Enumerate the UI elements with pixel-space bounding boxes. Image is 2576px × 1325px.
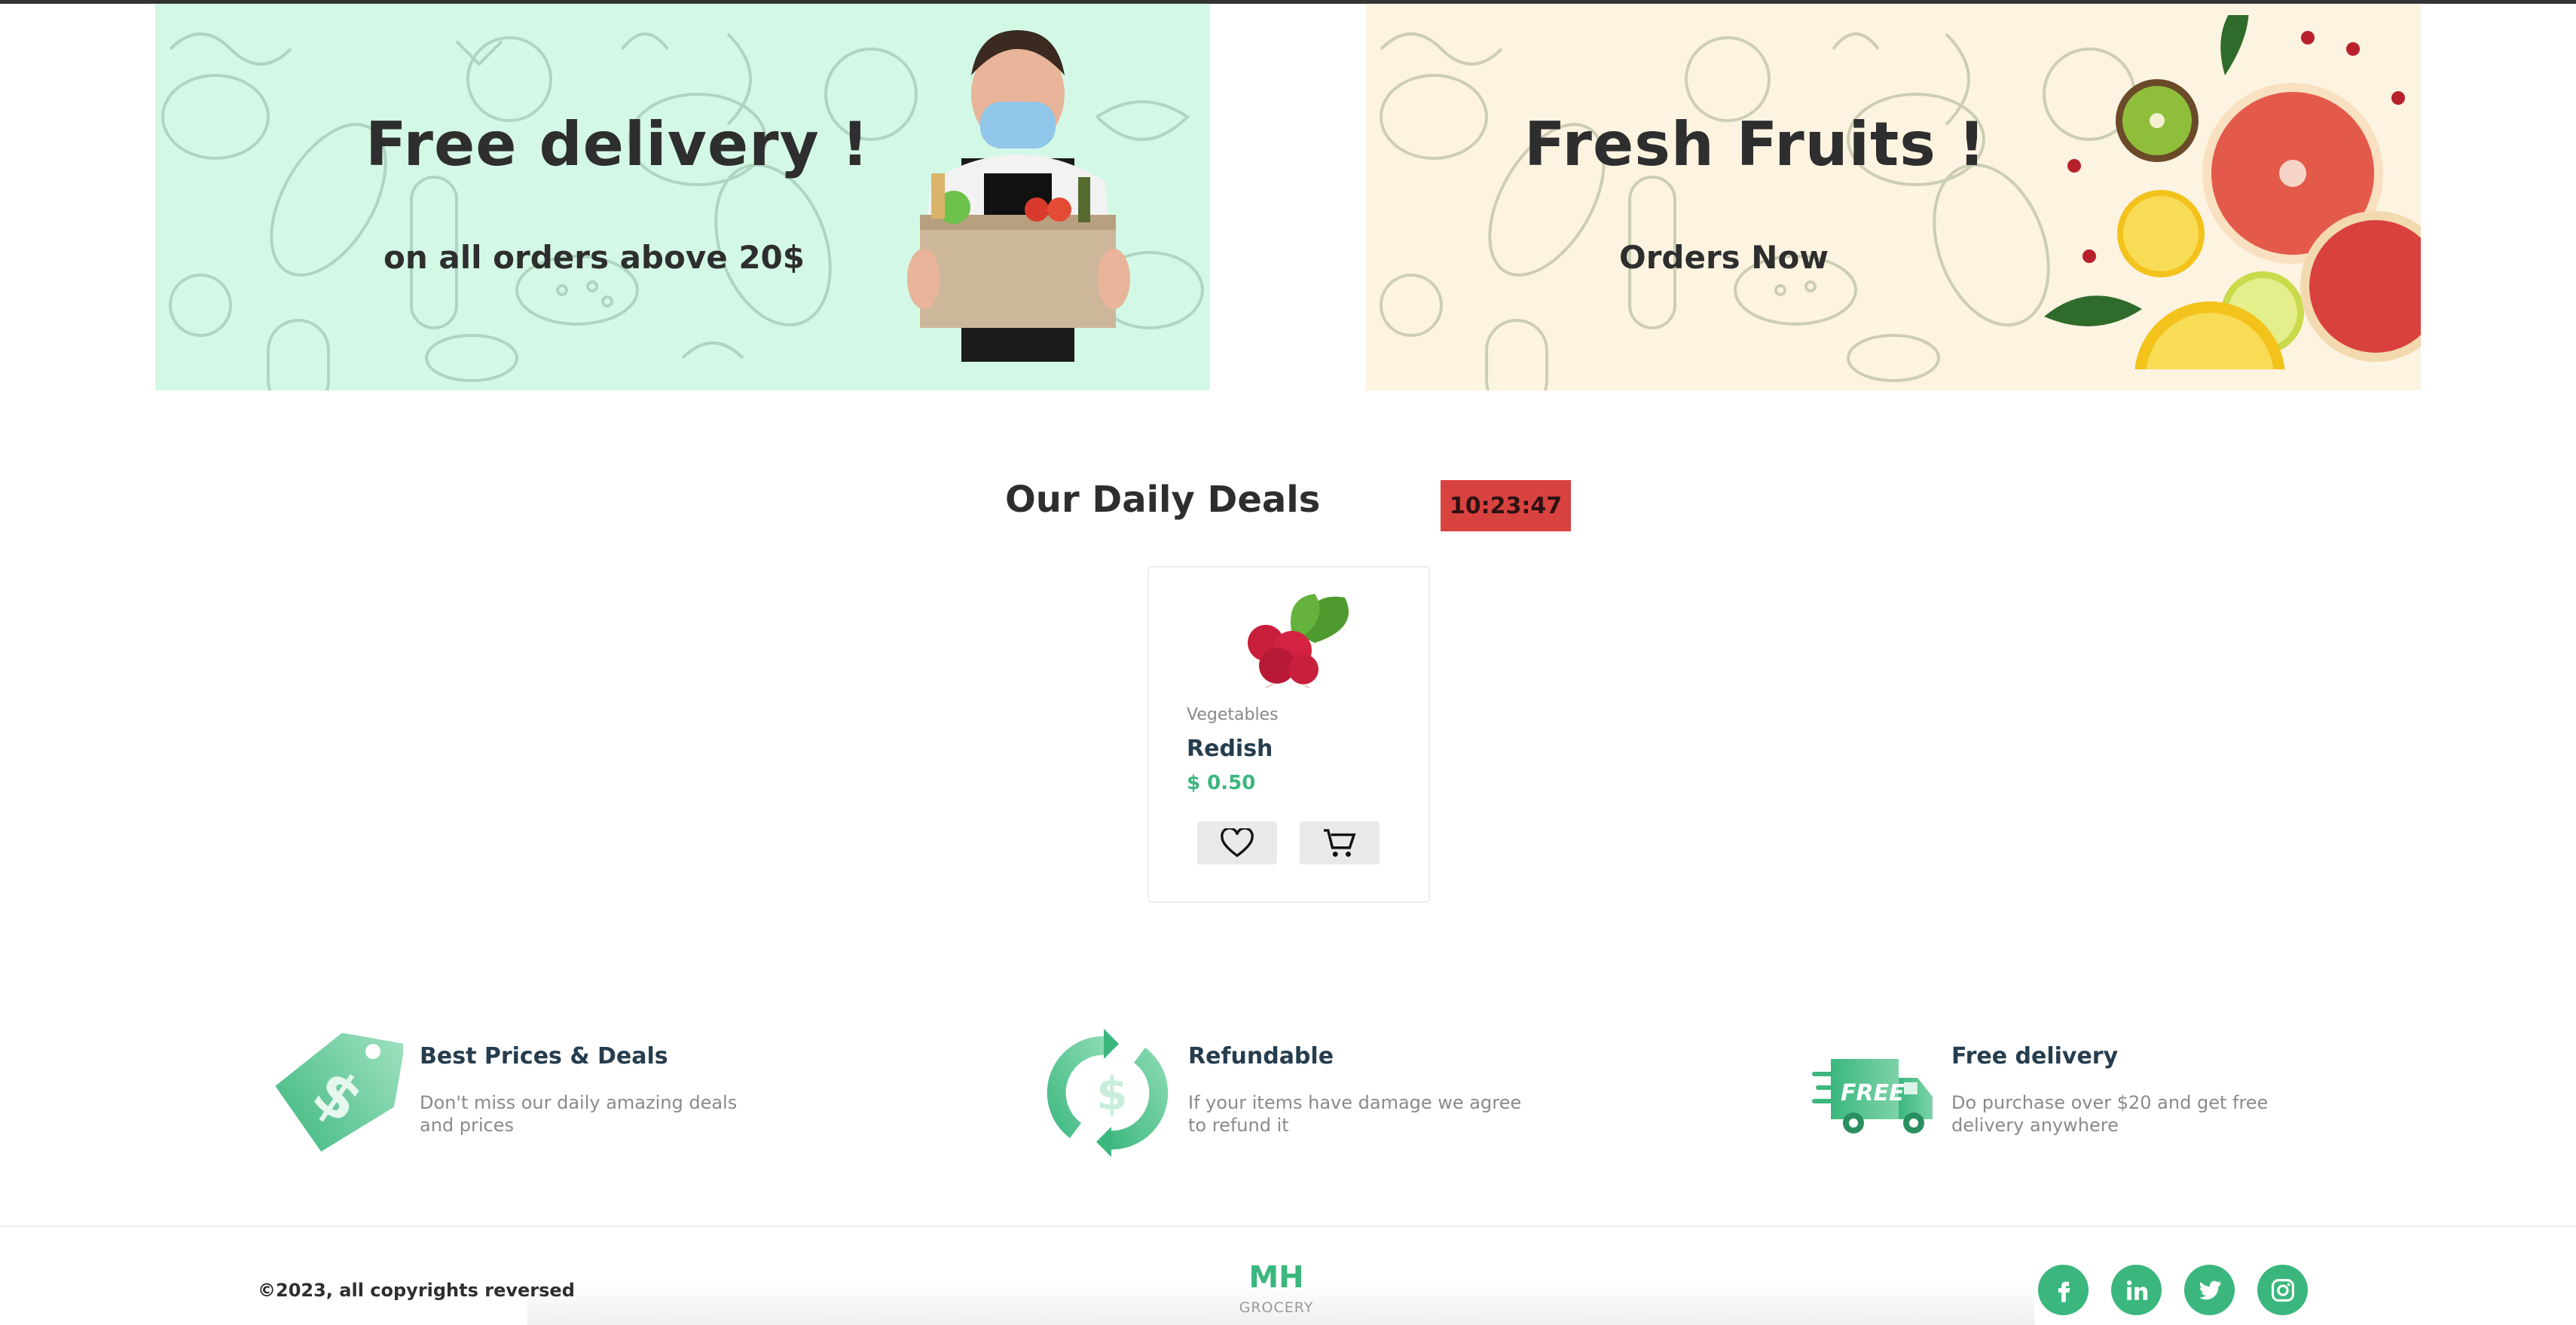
fresh-fruits-banner[interactable]: Fresh Fruits ! Orders Now xyxy=(1366,4,2421,390)
radish-image xyxy=(1248,594,1349,688)
delivery-truck-icon: FREE xyxy=(1812,1059,1933,1134)
product-price: $ 0.50 xyxy=(1187,772,1256,794)
twitter-link[interactable] xyxy=(2184,1265,2235,1315)
instagram-icon xyxy=(2271,1278,2294,1302)
banner-subtitle: Orders Now xyxy=(1619,239,1829,276)
feature-title: Refundable xyxy=(1188,1043,1334,1069)
add-to-cart-button[interactable] xyxy=(1300,822,1380,864)
feature-description: If your items have damage we agree to re… xyxy=(1188,1092,1522,1136)
daily-deals-title: Our Daily Deals xyxy=(1005,479,1321,521)
feature-description: Don't miss our daily amazing deals and p… xyxy=(420,1092,738,1136)
product-category: Vegetables xyxy=(1187,705,1279,724)
cart-icon xyxy=(1324,828,1356,857)
footer-logo[interactable]: MH xyxy=(1236,1260,1317,1295)
feature-title: Free delivery xyxy=(1951,1043,2119,1069)
free-badge: FREE xyxy=(1841,1080,1905,1106)
facebook-link[interactable] xyxy=(2038,1265,2089,1315)
delivery-man-image xyxy=(907,30,1130,362)
banner-title: Free delivery ! xyxy=(365,109,870,179)
svg-text:$: $ xyxy=(1096,1068,1128,1121)
banner-subtitle: on all orders above 20$ xyxy=(383,239,805,276)
footer-divider xyxy=(0,1226,2576,1227)
banner-title: Fresh Fruits ! xyxy=(1524,109,1987,179)
free-delivery-banner[interactable]: Free delivery ! on all orders above 20$ xyxy=(155,4,1210,390)
feature-description: Do purchase over $20 and get free delive… xyxy=(1951,1092,2269,1136)
facebook-icon xyxy=(2058,1281,2070,1302)
citrus-fruits-image xyxy=(2044,15,2421,369)
feature-title: Best Prices & Deals xyxy=(420,1043,668,1069)
linkedin-link[interactable] xyxy=(2111,1265,2162,1315)
refund-icon: $ xyxy=(1047,1029,1169,1157)
instagram-link[interactable] xyxy=(2257,1265,2308,1315)
add-to-wishlist-button[interactable] xyxy=(1197,822,1277,864)
deal-countdown-timer: 10:23:47 xyxy=(1441,480,1571,531)
product-name[interactable]: Redish xyxy=(1187,736,1273,762)
footer-logo-subtitle: GROCERY xyxy=(1239,1299,1314,1316)
price-tag-icon: $ xyxy=(275,1033,403,1152)
linkedin-icon xyxy=(2126,1280,2147,1300)
copyright-text: ©2023, all copyrights reversed xyxy=(258,1280,575,1301)
product-card[interactable]: Vegetables Redish $ 0.50 xyxy=(1147,566,1430,903)
twitter-icon xyxy=(2199,1281,2221,1299)
heart-icon xyxy=(1221,828,1254,857)
